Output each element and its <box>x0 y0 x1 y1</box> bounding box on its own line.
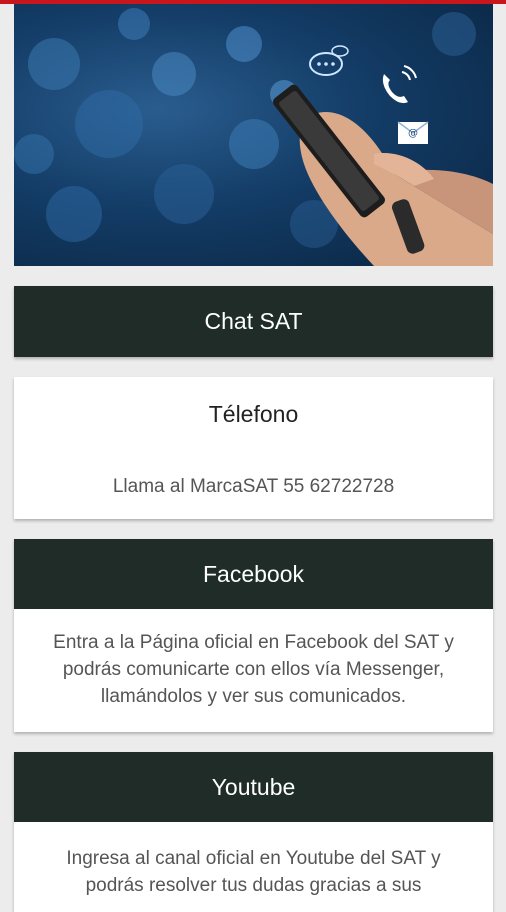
chat-sat-button[interactable]: Chat SAT <box>14 286 493 357</box>
chat-sat-card[interactable]: Chat SAT <box>14 286 493 357</box>
facebook-card[interactable]: Facebook Entra a la Página oficial en Fa… <box>14 539 493 732</box>
phone-card[interactable]: Télefono Llama al MarcaSAT 55 62722728 <box>14 377 493 519</box>
facebook-button[interactable]: Facebook <box>14 539 493 609</box>
facebook-description: Entra a la Página oficial en Facebook de… <box>53 632 454 707</box>
phone-description: Llama al MarcaSAT 55 62722728 <box>112 476 395 497</box>
svg-text:@: @ <box>408 128 418 139</box>
youtube-button[interactable]: Youtube <box>14 752 493 822</box>
email-icon: @ <box>397 121 429 144</box>
youtube-card[interactable]: Youtube Ingresa al canal oficial en Yout… <box>14 752 493 912</box>
chat-bubble-icon <box>309 45 349 76</box>
phone-title: Télefono <box>208 401 299 427</box>
hero-image: @ <box>14 4 493 266</box>
phone-call-icon <box>382 65 417 104</box>
youtube-description: Ingresa al canal oficial en Youtube del … <box>66 848 441 896</box>
